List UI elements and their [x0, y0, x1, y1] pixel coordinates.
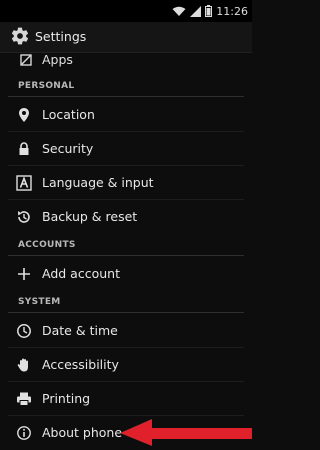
settings-item-date-time[interactable]: Date & time — [0, 314, 252, 348]
section-title: ACCOUNTS — [18, 240, 76, 250]
section-title: SYSTEM — [18, 297, 61, 307]
settings-item-add-account[interactable]: Add account — [0, 257, 252, 291]
section-title: PERSONAL — [18, 81, 75, 91]
info-icon — [17, 426, 31, 440]
page-title: Settings — [35, 29, 87, 44]
settings-item-label: Language & input — [42, 175, 154, 190]
section-divider — [8, 96, 244, 97]
settings-item-apps[interactable]: Apps — [0, 52, 252, 72]
annotation-arrow-icon — [120, 419, 252, 446]
settings-item-label: Location — [42, 107, 95, 122]
wifi-icon — [172, 6, 186, 16]
settings-item-language-input[interactable]: Language & input — [0, 166, 252, 200]
keyboard-letter-icon — [16, 175, 32, 191]
battery-icon — [205, 5, 213, 17]
printer-icon — [17, 392, 31, 406]
signal-icon — [190, 5, 202, 17]
section-header-personal: PERSONAL — [0, 77, 252, 97]
settings-item-label: About phone — [42, 425, 123, 440]
apps-icon — [20, 54, 32, 66]
settings-item-backup-reset[interactable]: Backup & reset — [0, 200, 252, 234]
settings-item-label: Accessibility — [42, 357, 119, 372]
plus-icon — [18, 268, 30, 280]
settings-item-label: Apps — [42, 52, 73, 67]
lock-icon — [19, 142, 29, 155]
backup-restore-icon — [18, 211, 30, 223]
section-divider — [8, 312, 244, 313]
clock-icon — [17, 324, 31, 338]
settings-item-printing[interactable]: Printing — [0, 382, 252, 416]
settings-item-location[interactable]: Location — [0, 98, 252, 132]
settings-item-label: Printing — [42, 391, 91, 406]
status-time: 11:26 — [216, 4, 248, 18]
action-bar: Settings — [0, 22, 252, 53]
settings-item-label: Date & time — [42, 323, 118, 338]
hand-icon — [17, 358, 28, 372]
section-header-system: SYSTEM — [0, 293, 252, 313]
settings-item-accessibility[interactable]: Accessibility — [0, 348, 252, 382]
settings-item-label: Add account — [42, 266, 120, 281]
location-pin-icon — [19, 108, 29, 122]
settings-item-security[interactable]: Security — [0, 132, 252, 166]
section-header-accounts: ACCOUNTS — [0, 236, 252, 256]
gear-icon[interactable] — [10, 26, 30, 46]
status-icons: 11:26 — [172, 4, 248, 18]
section-divider — [8, 255, 244, 256]
status-bar: 11:26 — [0, 0, 252, 22]
settings-item-label: Backup & reset — [42, 209, 138, 224]
settings-item-label: Security — [42, 141, 94, 156]
